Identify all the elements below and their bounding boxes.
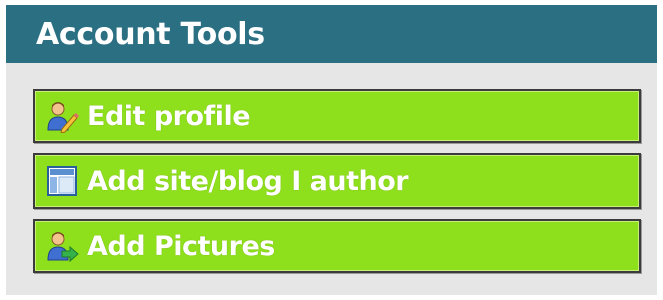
add-pictures-button[interactable]: Add Pictures: [33, 219, 641, 273]
user-edit-icon: [45, 99, 79, 133]
panel-title: Account Tools: [36, 16, 265, 52]
add-site-blog-button[interactable]: Add site/blog I author: [33, 153, 641, 209]
account-tools-panel: Account Tools Edit profile Add site/blog…: [6, 5, 657, 295]
user-add-icon: [45, 229, 79, 263]
layout-icon: [45, 164, 79, 198]
edit-profile-label: Edit profile: [87, 100, 251, 132]
add-pictures-label: Add Pictures: [87, 230, 275, 262]
edit-profile-button[interactable]: Edit profile: [33, 89, 641, 143]
tool-list: Edit profile Add site/blog I author Add …: [6, 63, 657, 273]
add-site-blog-label: Add site/blog I author: [87, 165, 409, 197]
panel-header: Account Tools: [6, 5, 657, 63]
